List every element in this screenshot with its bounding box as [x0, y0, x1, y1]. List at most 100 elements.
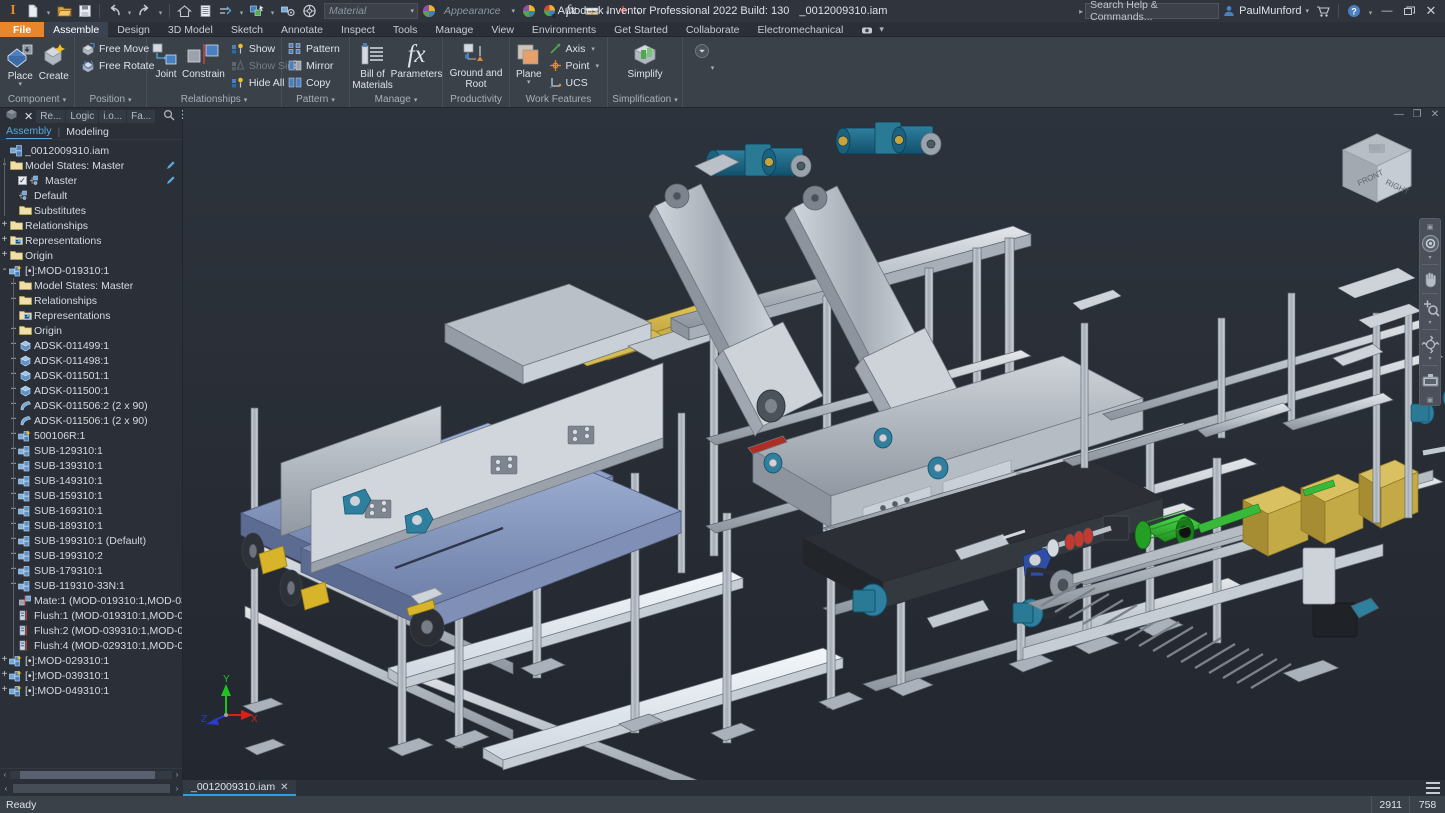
simplify-button[interactable]: Simplify	[619, 40, 671, 80]
ribbon-tab-get-started[interactable]: Get Started	[605, 22, 677, 37]
viewport-restore-button[interactable]: ❐	[1410, 109, 1424, 120]
joint-button[interactable]: Joint	[151, 40, 181, 80]
scrollbar-thumb[interactable]	[20, 771, 155, 779]
scroll-right-icon[interactable]: ›	[172, 770, 182, 779]
tree-item[interactable]: ·Flush:4 (MOD-029310:1,MOD-019310::	[0, 638, 182, 653]
chevron-down-icon[interactable]: ▾	[63, 96, 67, 104]
tab-modeling[interactable]: Modeling	[66, 126, 109, 138]
ground-and-root-button[interactable]: Ground and Root	[449, 40, 503, 90]
plane-button[interactable]: Plane ▾	[514, 40, 544, 86]
look-at-icon[interactable]	[1420, 368, 1440, 392]
add-icon[interactable]: +	[613, 1, 633, 21]
chevron-down-icon[interactable]: ▾	[414, 96, 418, 104]
pattern-button[interactable]: Pattern	[286, 40, 344, 57]
tree-item[interactable]: +Relationships	[0, 293, 182, 308]
measure-icon[interactable]	[278, 1, 298, 21]
scroll-right-icon[interactable]: ›	[171, 784, 183, 793]
redo-icon[interactable]	[135, 1, 155, 21]
tree-item[interactable]: +SUB-199310:1 (Default)	[0, 533, 182, 548]
tree-item[interactable]: +SUB-149310:1	[0, 473, 182, 488]
ribbon-tab-electromechanical[interactable]: Electromechanical	[749, 22, 853, 37]
open-icon[interactable]	[54, 1, 74, 21]
scroll-left-icon[interactable]: ‹	[0, 770, 10, 779]
navbar-orbit-caret-icon[interactable]: ▾	[1428, 356, 1431, 363]
checkbox[interactable]: ✓	[18, 176, 27, 185]
ribbon-tab-view[interactable]: View	[482, 22, 523, 37]
tree-item[interactable]: +ADSK-011499:1	[0, 338, 182, 353]
undo-dropdown-caret-icon[interactable]: ▾	[125, 1, 134, 21]
mirror-button[interactable]: Mirror	[286, 57, 344, 74]
ribbon-tab-manage[interactable]: Manage	[426, 22, 482, 37]
tree-item[interactable]: +500106R:1	[0, 428, 182, 443]
scrollbar-track[interactable]	[10, 771, 172, 779]
tree-item[interactable]: +ADSK-011506:2 (2 x 90)	[0, 398, 182, 413]
new-dropdown-caret-icon[interactable]: ▾	[44, 1, 53, 21]
tree-item[interactable]: +SUB-179310:1	[0, 563, 182, 578]
graphics-viewport[interactable]: FRONT RIGHT TOP — ❐ ✕ ▣ ▾	[183, 108, 1445, 780]
browser-tab-2[interactable]: i.o...	[99, 110, 126, 123]
navbar-wheel-caret-icon[interactable]: ▾	[1428, 255, 1431, 262]
tree-item[interactable]: ·_0012009310.iam	[0, 143, 182, 158]
expand-icon[interactable]: +	[0, 220, 9, 231]
tree-item[interactable]: +SUB-169310:1	[0, 503, 182, 518]
expand-icon[interactable]: +	[0, 235, 9, 246]
chevron-down-icon[interactable]: ▾	[331, 96, 335, 104]
constrain-button[interactable]: Constrain	[182, 40, 225, 80]
camera-tab-icon[interactable]: ▾	[852, 22, 893, 37]
full-navigation-wheel-icon[interactable]	[1420, 231, 1440, 255]
place-component-button[interactable]: Place ▾	[4, 40, 37, 88]
qat-overflow-caret-icon[interactable]: ▾	[634, 1, 643, 21]
browser-horizontal-scrollbar[interactable]: ‹ ›	[0, 768, 182, 780]
tree-item[interactable]: +[•]:MOD-029310:1	[0, 653, 182, 668]
tree-item[interactable]: +[•]:MOD-039310:1	[0, 668, 182, 683]
tree-item[interactable]: ·Flush:1 (MOD-019310:1,MOD-039310::	[0, 608, 182, 623]
chevron-down-icon[interactable]: ▾	[591, 45, 595, 53]
model-cube-icon[interactable]	[2, 108, 21, 124]
navbar-settings-icon[interactable]: ▣	[1427, 396, 1434, 404]
chevron-down-icon[interactable]: ▾	[128, 96, 132, 104]
search-icon[interactable]	[160, 109, 178, 124]
browser-tab-1[interactable]: Logic	[66, 110, 98, 123]
collapse-icon[interactable]: -	[0, 265, 9, 276]
cart-icon[interactable]	[1313, 1, 1333, 21]
ribbon-tab-file[interactable]: File	[0, 22, 44, 37]
zoom-icon[interactable]	[1420, 296, 1440, 320]
sheet-metal-icon[interactable]	[582, 1, 602, 21]
browser-tree[interactable]: ·_0012009310.iam-Model States: Master·✓M…	[0, 140, 182, 768]
material-selector[interactable]: Material ▾	[324, 3, 418, 19]
chevron-down-icon[interactable]: ▾	[527, 80, 531, 86]
tree-item[interactable]: +ADSK-011500:1	[0, 383, 182, 398]
chevron-down-icon[interactable]: ▾	[595, 62, 599, 70]
update-icon[interactable]	[216, 1, 236, 21]
create-component-button[interactable]: Create	[38, 40, 71, 82]
ribbon-tab-environments[interactable]: Environments	[523, 22, 605, 37]
browser-tab-0[interactable]: Re...	[36, 110, 65, 123]
tree-item[interactable]: +Origin	[0, 248, 182, 263]
tree-item[interactable]: +ADSK-011498:1	[0, 353, 182, 368]
redo-dropdown-caret-icon[interactable]: ▾	[156, 1, 165, 21]
ribbon-tab-annotate[interactable]: Annotate	[272, 22, 332, 37]
search-input[interactable]: Search Help & Commands...	[1085, 3, 1219, 19]
navbar-close-icon[interactable]: ▣	[1427, 223, 1434, 231]
copy-button[interactable]: Copy	[286, 74, 344, 91]
expand-icon[interactable]: +	[0, 685, 9, 696]
chevron-down-icon[interactable]: ▾	[1305, 7, 1309, 15]
tree-item[interactable]: -[•]:MOD-019310:1	[0, 263, 182, 278]
minimize-button[interactable]: —	[1377, 1, 1397, 21]
user-account[interactable]: PaulMunford ▾	[1221, 5, 1311, 17]
parameters-button[interactable]: fx Parameters	[394, 40, 440, 80]
tree-item[interactable]: +ADSK-011501:1	[0, 368, 182, 383]
tree-item[interactable]: +Representations	[0, 233, 182, 248]
ribbon-tab-sketch[interactable]: Sketch	[222, 22, 272, 37]
ribbon-tab-design[interactable]: Design	[108, 22, 159, 37]
pan-icon[interactable]	[1420, 267, 1440, 291]
search-expand-caret-icon[interactable]: ▸	[1079, 7, 1083, 16]
material-browser-icon[interactable]	[419, 1, 439, 21]
update-dropdown-caret-icon[interactable]: ▾	[237, 1, 246, 21]
home-icon[interactable]	[174, 1, 194, 21]
parameters-fx-icon[interactable]: fx	[561, 1, 581, 21]
select-dropdown-caret-icon[interactable]: ▾	[268, 1, 277, 21]
tree-item[interactable]: +SUB-189310:1	[0, 518, 182, 533]
panel-overflow-icon[interactable]	[694, 43, 710, 59]
edit-pencil-icon[interactable]	[166, 160, 176, 172]
